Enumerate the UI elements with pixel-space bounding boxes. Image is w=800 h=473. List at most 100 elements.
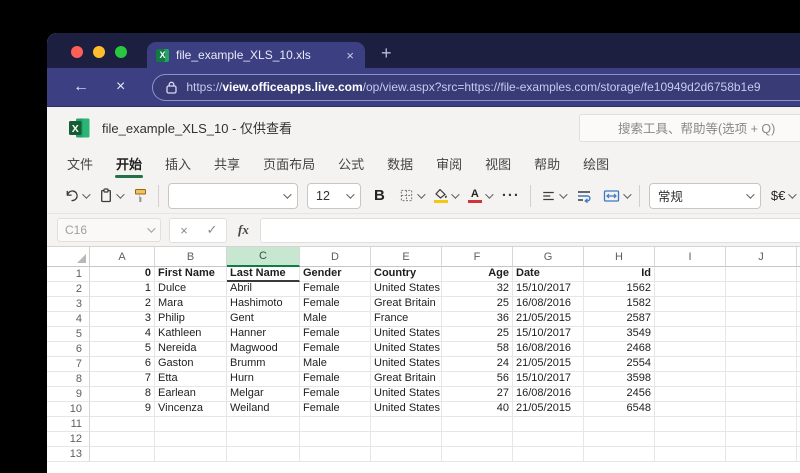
fill-color-dropdown-icon[interactable] [451,189,460,199]
cell-F5[interactable]: 25 [442,327,513,342]
cancel-icon[interactable]: × [170,223,198,238]
menu-tab-插入[interactable]: 插入 [163,149,193,178]
cell-G12[interactable] [513,432,584,447]
fill-color-button[interactable] [433,187,460,205]
column-header-G[interactable]: G [513,247,584,267]
cell-G11[interactable] [513,417,584,432]
cell-E6[interactable]: United States [371,342,442,357]
formula-input[interactable] [259,217,800,243]
cell-D12[interactable] [300,432,371,447]
menu-tab-审阅[interactable]: 审阅 [434,149,464,178]
cell-F4[interactable]: 36 [442,312,513,327]
currency-dropdown-icon[interactable] [788,189,797,199]
cell-J10[interactable] [726,402,797,417]
cell-A7[interactable]: 6 [90,357,155,372]
row-header-3[interactable]: 3 [47,297,90,312]
address-bar[interactable]: https://view.officeapps.live.com/op/view… [152,73,800,101]
merge-cells-button[interactable] [602,187,632,205]
menu-tab-页面布局[interactable]: 页面布局 [261,149,317,178]
cell-C10[interactable]: Weiland [227,402,300,417]
cell-E1[interactable]: Country [371,267,442,282]
cell-H10[interactable]: 6548 [584,402,655,417]
cell-B4[interactable]: Philip [155,312,227,327]
font-size-select[interactable]: 12 [307,182,361,209]
font-color-button[interactable]: A [467,187,494,205]
cell-I7[interactable] [655,357,726,372]
align-dropdown-icon[interactable] [559,189,568,199]
menu-tab-数据[interactable]: 数据 [385,149,415,178]
cell-J2[interactable] [726,282,797,297]
cell-F12[interactable] [442,432,513,447]
cell-E4[interactable]: France [371,312,442,327]
cell-H13[interactable] [584,447,655,462]
format-painter-button[interactable] [132,186,149,205]
borders-dropdown-icon[interactable] [417,189,426,199]
cell-I1[interactable] [655,267,726,282]
row-header-11[interactable]: 11 [47,417,90,432]
cell-H7[interactable]: 2554 [584,357,655,372]
cell-J8[interactable] [726,372,797,387]
cell-H8[interactable]: 3598 [584,372,655,387]
cell-H1[interactable]: Id [584,267,655,282]
cell-F3[interactable]: 25 [442,297,513,312]
new-tab-button[interactable]: + [381,44,392,62]
row-header-5[interactable]: 5 [47,327,90,342]
cell-H3[interactable]: 1582 [584,297,655,312]
cell-H5[interactable]: 3549 [584,327,655,342]
cell-A9[interactable]: 8 [90,387,155,402]
cell-J5[interactable] [726,327,797,342]
cell-A10[interactable]: 9 [90,402,155,417]
select-all-corner[interactable] [47,247,90,267]
cell-I8[interactable] [655,372,726,387]
cell-B7[interactable]: Gaston [155,357,227,372]
browser-tab[interactable]: X file_example_XLS_10.xls × [147,42,365,68]
cell-J4[interactable] [726,312,797,327]
window-zoom-button[interactable] [115,46,127,58]
cell-A12[interactable] [90,432,155,447]
cell-D7[interactable]: Male [300,357,371,372]
menu-tab-视图[interactable]: 视图 [483,149,513,178]
cell-F10[interactable]: 40 [442,402,513,417]
cell-J7[interactable] [726,357,797,372]
cell-F7[interactable]: 24 [442,357,513,372]
cell-A8[interactable]: 7 [90,372,155,387]
cell-I13[interactable] [655,447,726,462]
search-input[interactable]: 搜索工具、帮助等(选项 + Q) [579,113,800,142]
cell-D11[interactable] [300,417,371,432]
row-header-2[interactable]: 2 [47,282,90,297]
align-button[interactable] [540,187,568,205]
menu-tab-文件[interactable]: 文件 [65,149,95,178]
cell-E8[interactable]: Great Britain [371,372,442,387]
chevron-down-icon[interactable] [346,189,355,199]
cell-I5[interactable] [655,327,726,342]
window-close-button[interactable] [71,46,83,58]
cell-H12[interactable] [584,432,655,447]
cell-H6[interactable]: 2468 [584,342,655,357]
cell-A5[interactable]: 4 [90,327,155,342]
stop-icon[interactable]: × [116,79,125,95]
cell-G9[interactable]: 16/08/2016 [513,387,584,402]
row-header-12[interactable]: 12 [47,432,90,447]
cell-I2[interactable] [655,282,726,297]
cell-G5[interactable]: 15/10/2017 [513,327,584,342]
cell-B1[interactable]: First Name [155,267,227,282]
cell-A13[interactable] [90,447,155,462]
currency-format-button[interactable]: $€ [770,186,797,205]
cell-J12[interactable] [726,432,797,447]
cell-G3[interactable]: 16/08/2016 [513,297,584,312]
cell-F8[interactable]: 56 [442,372,513,387]
cell-A11[interactable] [90,417,155,432]
cell-E2[interactable]: United States [371,282,442,297]
cell-J11[interactable] [726,417,797,432]
name-box-dropdown-icon[interactable] [147,224,156,233]
cell-G4[interactable]: 21/05/2015 [513,312,584,327]
cell-H2[interactable]: 1562 [584,282,655,297]
cell-B11[interactable] [155,417,227,432]
cell-B6[interactable]: Nereida [155,342,227,357]
cell-D13[interactable] [300,447,371,462]
cell-D2[interactable]: Female [300,282,371,297]
cell-I10[interactable] [655,402,726,417]
column-header-B[interactable]: B [155,247,227,267]
cell-D3[interactable]: Female [300,297,371,312]
cell-C1[interactable]: Last Name [227,267,300,282]
